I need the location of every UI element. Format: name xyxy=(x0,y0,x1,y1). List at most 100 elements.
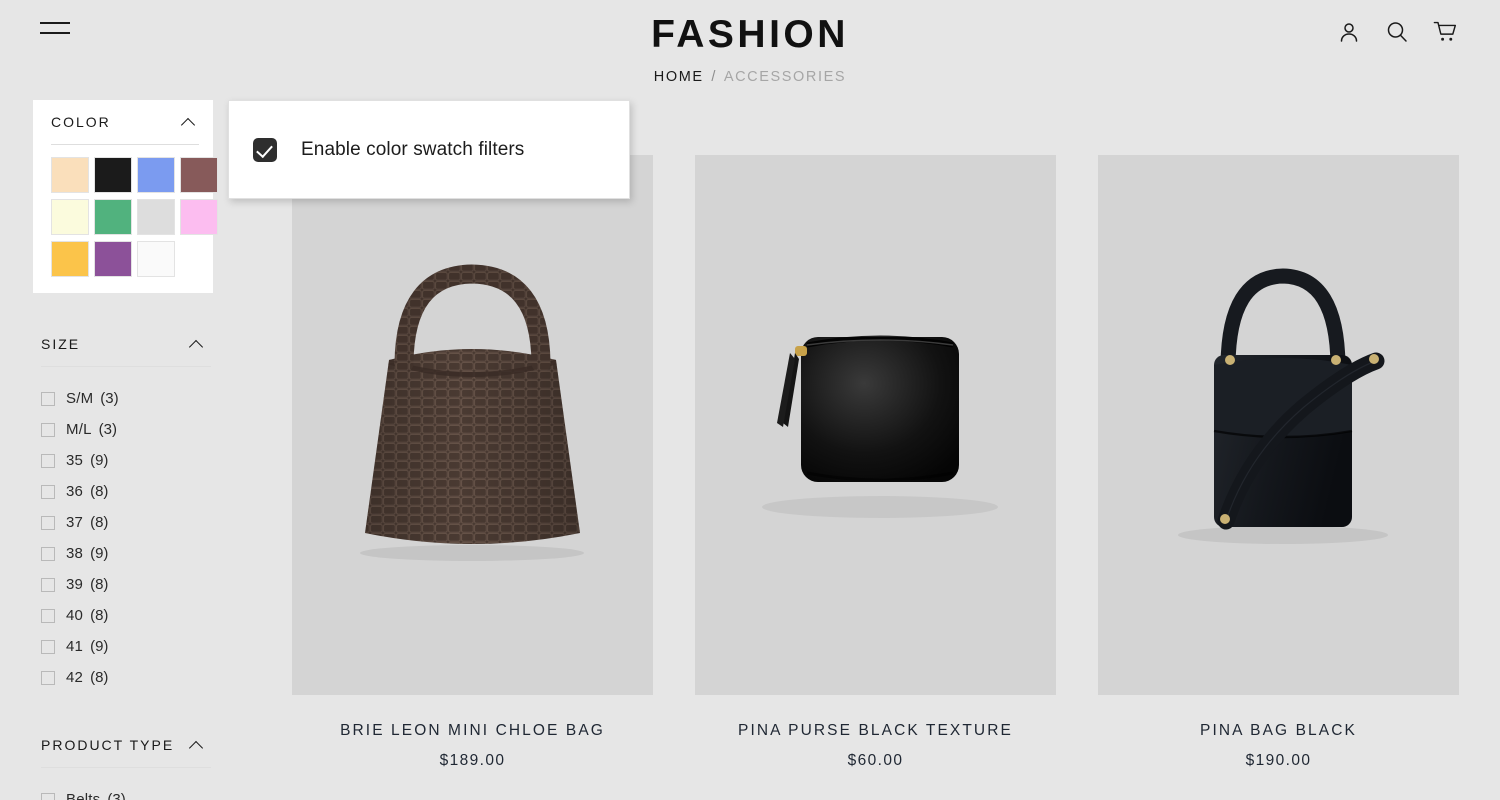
option-label: 41 xyxy=(66,638,84,655)
color-swatch-brown[interactable] xyxy=(180,157,218,193)
enable-color-swatch-filters-label: Enable color swatch filters xyxy=(301,138,525,160)
option-label: 42 xyxy=(66,669,84,686)
checkbox[interactable] xyxy=(41,670,55,685)
size-option-35[interactable]: 35 (9) xyxy=(41,445,211,476)
checkbox[interactable] xyxy=(41,484,55,499)
enable-color-swatch-filters-checkbox[interactable] xyxy=(253,137,277,162)
color-swatch-yellow[interactable] xyxy=(51,241,89,277)
product-card[interactable]: PINA PURSE BLACK TEXTURE $60.00 xyxy=(695,155,1056,770)
color-swatch-cream[interactable] xyxy=(51,199,89,235)
color-swatch-purple[interactable] xyxy=(94,241,132,277)
product-title[interactable]: BRIE LEON MINI CHLOE BAG xyxy=(292,722,653,740)
checkbox[interactable] xyxy=(41,639,55,654)
breadcrumb-home[interactable]: HOME xyxy=(654,69,704,85)
option-count: (9) xyxy=(90,545,109,562)
size-option-s-m[interactable]: S/M (3) xyxy=(41,383,211,414)
cart-icon[interactable] xyxy=(1432,18,1458,46)
product-image-brown-croc-handbag[interactable] xyxy=(292,155,653,695)
checkbox[interactable] xyxy=(41,391,55,406)
filter-title-color: COLOR xyxy=(51,114,111,130)
filter-title-size: SIZE xyxy=(41,336,81,352)
site-header: FASHION xyxy=(0,0,1500,64)
option-count: (3) xyxy=(100,390,119,407)
product-price: $190.00 xyxy=(1245,752,1312,769)
filter-header-color[interactable]: COLOR xyxy=(43,100,203,144)
enable-color-swatch-filters-popup: Enable color swatch filters xyxy=(228,100,630,199)
option-count: (8) xyxy=(90,669,109,686)
filter-panel-size: SIZE S/M (3) M/L (3) 35 (9) 36 (8) 37 (8) 38 (9) 39(… xyxy=(41,322,211,693)
filter-panel-color: COLOR xyxy=(33,100,218,293)
option-label: M/L xyxy=(66,421,92,438)
option-count: (8) xyxy=(90,607,109,624)
product-grid: BRIE LEON MINI CHLOE BAG $189.00 PINA PUR… xyxy=(292,155,1478,770)
filter-header-size[interactable]: SIZE xyxy=(41,322,211,366)
option-count: (8) xyxy=(90,576,109,593)
size-option-41[interactable]: 41 (9) xyxy=(41,631,211,662)
checkbox[interactable] xyxy=(41,515,55,530)
size-option-37[interactable]: 37 (8) xyxy=(41,507,211,538)
size-option-39[interactable]: 39 (8) xyxy=(41,569,211,600)
option-label: 36 xyxy=(66,483,84,500)
breadcrumb: HOME / ACCESSORIES xyxy=(0,66,1500,88)
divider xyxy=(41,767,211,768)
checkbox[interactable] xyxy=(41,453,55,468)
product-image-black-leather-zip-purse[interactable] xyxy=(695,155,1056,695)
product-title[interactable]: PINA PURSE BLACK TEXTURE xyxy=(695,722,1056,740)
breadcrumb-current: ACCESSORIES xyxy=(723,69,847,85)
product-type-option-belts[interactable]: Belts (3) xyxy=(41,784,211,800)
breadcrumb-separator: / xyxy=(711,69,717,85)
option-label: 35 xyxy=(66,452,84,469)
checkbox[interactable] xyxy=(41,577,55,592)
option-label: 38 xyxy=(66,545,84,562)
checkbox[interactable] xyxy=(41,608,55,623)
product-price: $60.00 xyxy=(847,752,904,769)
filter-panel-product-type: PRODUCT TYPE Belts (3) xyxy=(41,723,211,800)
divider xyxy=(51,144,199,145)
size-option-40[interactable]: 40 (8) xyxy=(41,600,211,631)
option-count: (3) xyxy=(107,791,126,800)
size-option-list: S/M (3) M/L (3) 35 (9) 36 (8) 37 (8) 38 (9) 39 (8) 40(… xyxy=(41,383,211,693)
chevron-up-icon[interactable] xyxy=(181,117,197,127)
option-count: (8) xyxy=(90,483,109,500)
color-swatch-pink[interactable] xyxy=(180,199,218,235)
filter-title-product-type: PRODUCT TYPE xyxy=(41,737,175,753)
divider xyxy=(41,366,211,367)
header-icon-group xyxy=(1336,18,1458,46)
color-swatch-green[interactable] xyxy=(94,199,132,235)
color-swatch-black[interactable] xyxy=(94,157,132,193)
product-price: $189.00 xyxy=(439,752,506,769)
checkbox[interactable] xyxy=(41,546,55,561)
filter-sidebar: COLOR SIZE S/M (3) M/L (3) 35 (9) 36 (8) 37 (8) 38… xyxy=(0,100,260,800)
checkbox[interactable] xyxy=(41,422,55,437)
product-type-option-list: Belts (3) xyxy=(41,784,211,800)
option-label: 37 xyxy=(66,514,84,531)
color-swatch-grey[interactable] xyxy=(137,199,175,235)
option-count: (9) xyxy=(90,452,109,469)
product-title[interactable]: PINA BAG BLACK xyxy=(1098,722,1459,740)
color-swatch-white[interactable] xyxy=(137,241,175,277)
user-icon[interactable] xyxy=(1336,18,1362,46)
option-label: S/M xyxy=(66,390,94,407)
chevron-up-icon[interactable] xyxy=(189,740,205,750)
option-count: (9) xyxy=(90,638,109,655)
product-image-black-crossbody-flap-bag[interactable] xyxy=(1098,155,1459,695)
page-title[interactable]: FASHION xyxy=(0,14,1500,56)
product-card[interactable]: PINA BAG BLACK $190.00 xyxy=(1098,155,1459,770)
option-label: 39 xyxy=(66,576,84,593)
color-swatch-beige[interactable] xyxy=(51,157,89,193)
option-count: (3) xyxy=(98,421,117,438)
chevron-up-icon[interactable] xyxy=(189,339,205,349)
option-label: Belts xyxy=(66,791,101,800)
product-card[interactable]: BRIE LEON MINI CHLOE BAG $189.00 xyxy=(292,155,653,770)
size-option-38[interactable]: 38 (9) xyxy=(41,538,211,569)
size-option-36[interactable]: 36 (8) xyxy=(41,476,211,507)
search-icon[interactable] xyxy=(1384,18,1410,46)
color-swatch-grid xyxy=(51,157,218,283)
option-count: (8) xyxy=(90,514,109,531)
checkbox[interactable] xyxy=(41,792,55,800)
size-option-42[interactable]: 42 (8) xyxy=(41,662,211,693)
option-label: 40 xyxy=(66,607,84,624)
color-swatch-blue[interactable] xyxy=(137,157,175,193)
size-option-m-l[interactable]: M/L (3) xyxy=(41,414,211,445)
filter-header-product-type[interactable]: PRODUCT TYPE xyxy=(41,723,211,767)
